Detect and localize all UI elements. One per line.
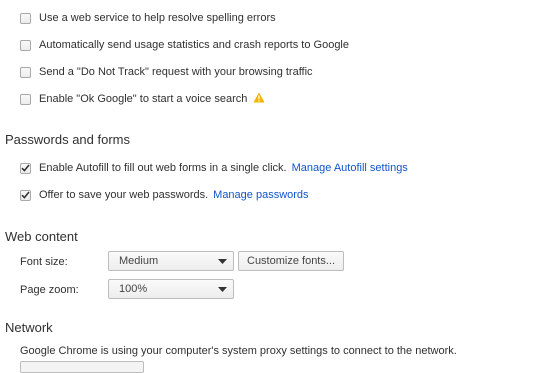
manage-passwords-link[interactable]: Manage passwords	[213, 189, 308, 201]
usage-stats-option[interactable]: Automatically send usage statistics and …	[20, 39, 349, 51]
web-content-heading: Web content	[5, 229, 78, 244]
usage-stats-label: Automatically send usage statistics and …	[39, 39, 349, 51]
autofill-label: Enable Autofill to fill out web forms in…	[39, 162, 287, 174]
customize-fonts-button[interactable]: Customize fonts...	[238, 251, 345, 271]
spelling-service-checkbox[interactable]	[20, 12, 31, 24]
do-not-track-label: Send a "Do Not Track" request with your …	[39, 66, 313, 78]
page-zoom-select[interactable]: 100%	[108, 279, 234, 299]
font-size-value: Medium	[119, 255, 159, 267]
font-size-select[interactable]: Medium	[108, 251, 234, 271]
proxy-description: Google Chrome is using your computer's s…	[20, 345, 457, 357]
passwords-forms-heading: Passwords and forms	[5, 132, 130, 147]
do-not-track-checkbox[interactable]	[20, 66, 31, 78]
save-passwords-label: Offer to save your web passwords.	[39, 189, 209, 201]
chevron-down-icon	[218, 287, 227, 292]
network-heading: Network	[5, 320, 53, 335]
chevron-down-icon	[218, 259, 227, 264]
ok-google-checkbox[interactable]	[20, 93, 31, 105]
do-not-track-option[interactable]: Send a "Do Not Track" request with your …	[20, 66, 313, 78]
page-zoom-value: 100%	[119, 283, 148, 295]
save-passwords-option[interactable]: Offer to save your web passwords. Manage…	[20, 189, 309, 201]
usage-stats-checkbox[interactable]	[20, 39, 31, 51]
spelling-service-option[interactable]: Use a web service to help resolve spelli…	[20, 12, 276, 24]
change-proxy-button[interactable]	[20, 361, 144, 373]
font-size-label: Font size:	[20, 256, 68, 268]
autofill-option[interactable]: Enable Autofill to fill out web forms in…	[20, 162, 408, 174]
autofill-checkbox[interactable]	[20, 162, 31, 174]
checkmark-icon	[21, 191, 30, 199]
checkmark-icon	[21, 164, 30, 172]
ok-google-label: Enable "Ok Google" to start a voice sear…	[39, 93, 248, 105]
page-zoom-label: Page zoom:	[20, 284, 79, 296]
ok-google-option[interactable]: Enable "Ok Google" to start a voice sear…	[20, 92, 265, 106]
spelling-service-label: Use a web service to help resolve spelli…	[39, 12, 276, 24]
warning-icon[interactable]	[253, 92, 265, 106]
save-passwords-checkbox[interactable]	[20, 189, 31, 201]
manage-autofill-link[interactable]: Manage Autofill settings	[292, 162, 408, 174]
